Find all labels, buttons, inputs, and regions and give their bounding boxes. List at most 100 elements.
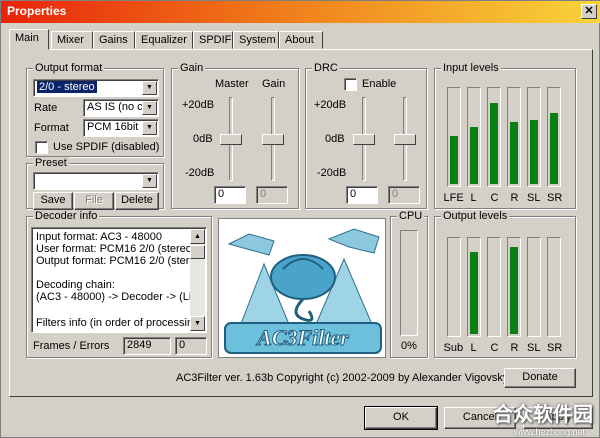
decoder-line: (AC3 - 48000) -> Decoder -> (Line [36, 291, 204, 303]
level-meter-fill [450, 136, 458, 184]
drc-slider1-thumb[interactable] [353, 134, 375, 145]
pcm-format-value: PCM 16bit [87, 121, 139, 133]
drc-scale-top: +20dB [314, 99, 347, 111]
gain-scale-mid: 0dB [193, 133, 213, 145]
tab-equalizer[interactable]: Equalizer [135, 31, 193, 49]
output-levels-group: Output levels Sub L C R SL SR [434, 210, 576, 358]
level-label: R [510, 192, 519, 204]
file-preset-button[interactable]: File [74, 192, 114, 210]
decoder-scrollbar[interactable]: ▲ ▼ [190, 229, 205, 331]
level-meter-sl [527, 87, 541, 187]
master-slider-thumb[interactable] [220, 134, 242, 145]
cpu-group: CPU 0% [390, 210, 428, 358]
ok-button[interactable]: OK [365, 407, 437, 429]
gain-slider-thumb[interactable] [262, 134, 284, 145]
level-label: L [470, 342, 477, 354]
frames-errors-label: Frames / Errors [33, 340, 110, 352]
scroll-down-icon[interactable]: ▼ [190, 316, 205, 331]
delete-preset-button[interactable]: Delete [115, 192, 159, 210]
scroll-thumb[interactable] [190, 245, 205, 259]
preset-select[interactable]: ▼ [33, 172, 159, 190]
output-format-group: Output format 2/0 - stereo ▼ Rate AS IS … [26, 62, 164, 157]
tab-main[interactable]: Main [9, 29, 49, 50]
level-meter-fill [510, 121, 518, 184]
level-label: LFE [443, 192, 464, 204]
level-label: R [510, 342, 519, 354]
pcm-format-select[interactable]: PCM 16bit ▼ [83, 119, 159, 137]
level-meter-fill [490, 103, 498, 184]
copyright-text: AC3Filter ver. 1.63b Copyright (c) 2002-… [176, 372, 509, 384]
drc-slider2-thumb[interactable] [394, 134, 416, 145]
gain-value-input[interactable]: 0 [256, 186, 288, 204]
input-levels-group: Input levels LFE L C R SL SR [434, 62, 576, 209]
decoder-line: Filters info (in order of processing): [36, 317, 206, 329]
scroll-up-icon[interactable]: ▲ [190, 229, 205, 244]
logo-text: AC3Filter [255, 325, 349, 350]
chevron-down-icon[interactable]: ▼ [142, 101, 157, 115]
watermark-text: 合众软件园 [493, 404, 593, 426]
chevron-down-icon[interactable]: ▼ [142, 81, 157, 95]
level-label: SL [527, 192, 541, 204]
close-icon[interactable]: ✕ [581, 4, 597, 19]
level-meter-fill [550, 112, 558, 184]
level-label: SR [547, 342, 563, 354]
level-meter-fill [530, 119, 538, 184]
tab-about[interactable]: About [279, 31, 323, 49]
drc-scale-bot: -20dB [317, 167, 347, 179]
rate-select[interactable]: AS IS (no ch ▼ [83, 99, 159, 117]
tab-system[interactable]: System [233, 31, 279, 49]
channel-format-select[interactable]: 2/0 - stereo ▼ [33, 79, 159, 97]
properties-window: Properties ✕ Main Mixer Gains Equalizer … [0, 0, 600, 438]
use-spdif-label: Use SPDIF (disabled) [53, 141, 160, 153]
cpu-title: CPU [397, 210, 425, 222]
ac3filter-logo: AC3Filter [218, 218, 386, 358]
gain-label: Gain [262, 78, 286, 90]
tab-spdif[interactable]: SPDIF [193, 31, 233, 49]
input-levels-title: Input levels [441, 62, 501, 74]
master-value-input[interactable]: 0 [214, 186, 246, 204]
chevron-down-icon[interactable]: ▼ [142, 121, 157, 135]
title-bar[interactable]: Properties ✕ [1, 1, 600, 23]
level-label: C [490, 342, 499, 354]
donate-button[interactable]: Donate [504, 368, 576, 388]
gain-scale-top: +20dB [182, 99, 215, 111]
preset-group: Preset ▼ Save File Delete [26, 157, 164, 210]
drc-enable-checkbox[interactable] [344, 78, 357, 91]
cpu-value: 0% [401, 340, 417, 352]
tab-gains[interactable]: Gains [93, 31, 135, 49]
level-meter-sl [527, 237, 541, 337]
drc-scale-mid: 0dB [325, 133, 345, 145]
tab-mixer[interactable]: Mixer [51, 31, 93, 49]
rate-label: Rate [34, 102, 58, 114]
decoder-info-text[interactable]: Input format: AC3 - 48000 User format: P… [31, 227, 207, 333]
use-spdif-checkbox[interactable] [35, 141, 48, 154]
drc-value1-input[interactable]: 0 [346, 186, 378, 204]
level-meter-r [507, 237, 521, 337]
level-meter-sr [547, 87, 561, 187]
output-format-title: Output format [33, 62, 105, 74]
level-meter-c [487, 87, 501, 187]
preset-title: Preset [33, 157, 69, 169]
master-label: Master [215, 78, 249, 90]
chevron-down-icon[interactable]: ▼ [142, 174, 157, 188]
output-levels-title: Output levels [441, 210, 510, 222]
channel-format-value: 2/0 - stereo [37, 81, 97, 93]
decoder-line: Output format: PCM16 2/0 (stereo [36, 255, 202, 267]
level-label: SL [527, 342, 541, 354]
rate-value: AS IS (no ch [87, 101, 149, 113]
decoder-info-group: Decoder info Input format: AC3 - 48000 U… [26, 210, 212, 358]
drc-value2-input[interactable]: 0 [388, 186, 420, 204]
level-label: SR [547, 192, 563, 204]
save-preset-button[interactable]: Save [33, 192, 73, 210]
frames-value: 2849 [123, 337, 171, 355]
level-meter-sub [447, 237, 461, 337]
level-meter-l [467, 87, 481, 187]
gain-scale-bot: -20dB [185, 167, 215, 179]
window-title: Properties [7, 4, 67, 18]
gain-group: Gain Master Gain +20dB 0dB -20dB 0 0 [171, 62, 299, 209]
level-meter-c [487, 237, 501, 337]
cpu-meter [400, 230, 418, 336]
logo-graphic: AC3Filter [219, 219, 385, 357]
level-meter-lfe [447, 87, 461, 187]
drc-group: DRC Enable +20dB 0dB -20dB 0 0 [305, 62, 427, 209]
